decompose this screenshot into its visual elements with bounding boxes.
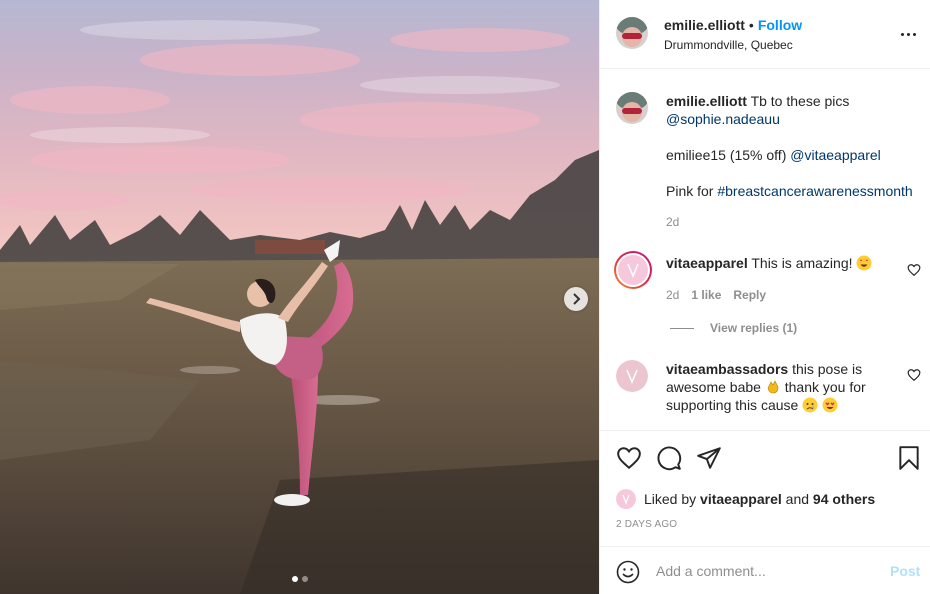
- heart-icon[interactable]: [616, 445, 642, 471]
- liker-avatar: [616, 489, 636, 509]
- vitae-logo-icon: [616, 360, 648, 392]
- comment-body: thank you for: [784, 379, 866, 395]
- comment-like-heart-icon[interactable]: [907, 368, 921, 382]
- bookmark-icon[interactable]: [896, 445, 922, 471]
- carousel-dot: [301, 576, 308, 582]
- clapping-hands-emoji-icon: [767, 380, 779, 394]
- avatar-image: [616, 17, 648, 49]
- comment-icon[interactable]: [656, 445, 682, 471]
- view-replies-label: View replies (1): [710, 321, 798, 335]
- post-photo[interactable]: [0, 0, 599, 594]
- caption-age[interactable]: 2d: [666, 215, 679, 229]
- emoji-icon[interactable]: [616, 560, 640, 584]
- comment-1-text: vitaeapparel This is amazing!: [666, 254, 872, 272]
- comment-1-meta: 2d 1 like Reply: [666, 288, 766, 302]
- caption-avatar[interactable]: [616, 92, 648, 124]
- heart-eyes-emoji-icon: [822, 397, 838, 413]
- post-actions: Liked by vitaeapparel and 94 others 2 DA…: [600, 430, 930, 546]
- carousel-dots: [0, 576, 599, 582]
- more-dot: [906, 32, 910, 36]
- comments-list[interactable]: emilie.elliott Tb to these pics @sophie.…: [600, 70, 930, 430]
- caption-line-4: Pink for #breastcancerawarenessmonth: [666, 182, 913, 200]
- view-replies-button[interactable]: View replies (1): [670, 321, 797, 335]
- more-dot: [912, 32, 916, 36]
- reply-button[interactable]: Reply: [733, 288, 766, 302]
- likes-prefix: Liked by: [644, 491, 697, 507]
- post-comment-button[interactable]: Post: [890, 563, 920, 579]
- comment-age[interactable]: 2d: [666, 288, 679, 302]
- comment-2-line-1: vitaeambassadors this pose is: [666, 360, 862, 378]
- post-side-panel: emilie.elliott • Follow Drummondville, Que…: [599, 0, 930, 594]
- caption-hashtag[interactable]: #breastcancerawarenessmonth: [717, 183, 912, 199]
- vitae-logo-icon: [616, 489, 636, 509]
- caption-mention-1[interactable]: @sophie.nadeauu: [666, 110, 780, 128]
- follow-button[interactable]: Follow: [758, 17, 802, 33]
- likes-others[interactable]: 94 others: [813, 491, 875, 507]
- comment-body: This is amazing!: [751, 255, 853, 271]
- comment-input[interactable]: [656, 559, 876, 583]
- caption-line-1: emilie.elliott Tb to these pics: [666, 92, 849, 110]
- comment-body: supporting this cause: [666, 397, 799, 413]
- comment-avatar-vitaeambassadors[interactable]: [616, 360, 648, 392]
- caption-promo-text: emiliee15 (15% off): [666, 147, 787, 163]
- avatar-image: [616, 92, 648, 124]
- comment-body: awesome babe: [666, 379, 761, 395]
- caption-pink-text: Pink for: [666, 183, 714, 199]
- comment-username[interactable]: vitaeapparel: [666, 255, 748, 271]
- comment-likes[interactable]: 1 like: [691, 288, 721, 302]
- post-location[interactable]: Drummondville, Quebec: [664, 38, 793, 52]
- chevron-right-icon: [573, 293, 581, 305]
- carousel-dot: [291, 576, 298, 582]
- avatar-ring: [616, 253, 650, 287]
- author-username[interactable]: emilie.elliott: [664, 17, 745, 33]
- author-avatar[interactable]: [616, 17, 648, 49]
- view-replies-line: [670, 327, 694, 329]
- caption-username[interactable]: emilie.elliott: [666, 93, 747, 109]
- photo-image: [0, 0, 599, 594]
- add-comment-bar: Post: [600, 546, 930, 594]
- header-separator: •: [748, 17, 754, 33]
- likes-conj: and: [785, 491, 810, 507]
- comment-avatar-vitaeapparel[interactable]: [614, 251, 652, 289]
- comment-username[interactable]: vitaeambassadors: [666, 361, 788, 377]
- comment-body: this pose is: [792, 361, 863, 377]
- caption-line-3: emiliee15 (15% off) @vitaeapparel: [666, 146, 881, 164]
- comment-2-line-3: supporting this cause: [666, 396, 838, 414]
- likes-user[interactable]: vitaeapparel: [700, 491, 782, 507]
- header-user-line: emilie.elliott • Follow: [664, 17, 802, 33]
- post-header: emilie.elliott • Follow Drummondville, Que…: [600, 0, 930, 69]
- crying-face-emoji-icon: [802, 397, 818, 413]
- more-options-icon[interactable]: [898, 24, 918, 44]
- vitae-logo-icon: [618, 255, 648, 285]
- share-icon[interactable]: [696, 445, 722, 471]
- post-date[interactable]: 2 DAYS AGO: [616, 519, 677, 530]
- more-dot: [900, 32, 904, 36]
- star-struck-emoji-icon: [856, 255, 872, 271]
- caption-mention-2[interactable]: @vitaeapparel: [790, 147, 881, 163]
- comment-2-line-2: awesome babe thank you for: [666, 378, 866, 396]
- comment-like-heart-icon[interactable]: [907, 263, 921, 277]
- next-photo-button[interactable]: [564, 287, 588, 311]
- likes-summary[interactable]: Liked by vitaeapparel and 94 others: [616, 489, 875, 509]
- caption-text: Tb to these pics: [750, 93, 850, 109]
